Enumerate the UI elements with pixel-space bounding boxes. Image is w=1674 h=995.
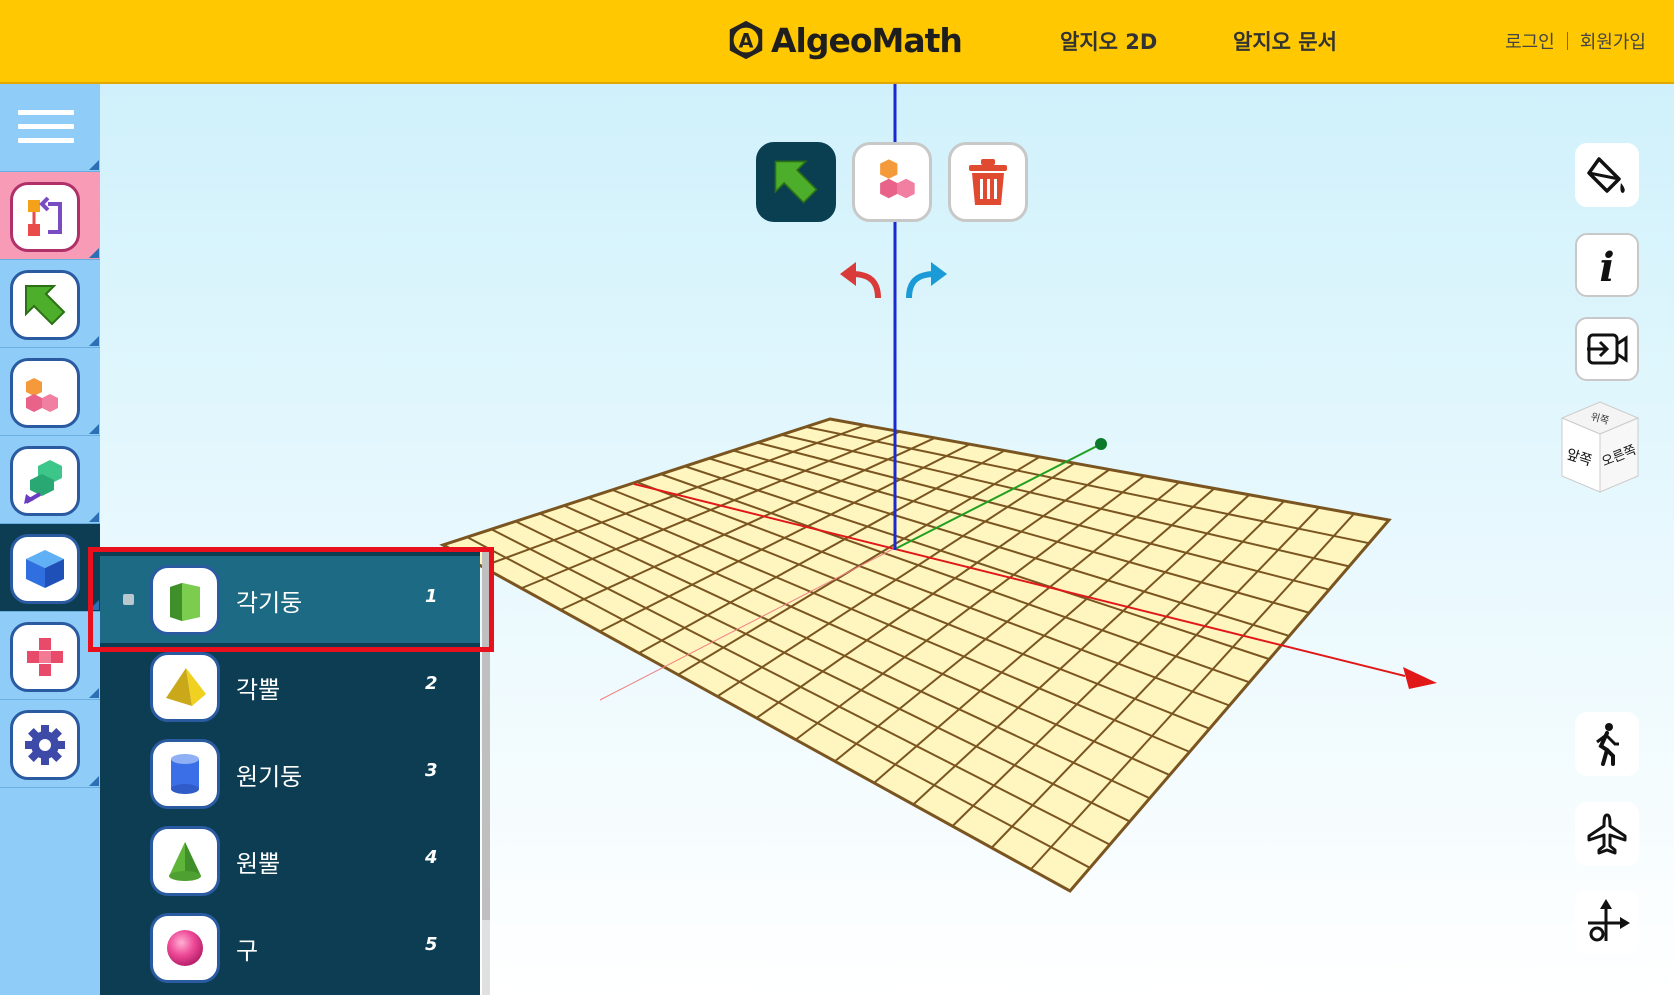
select-arrow-icon [774,160,818,204]
walk-mode-button[interactable] [1575,712,1639,776]
shape-item-pyramid[interactable]: 각뿔 2 [100,643,480,730]
switch-mode-icon [10,182,80,252]
info-button[interactable]: i [1575,233,1639,297]
logo-text: AlgeoMath [771,20,963,60]
selection-highlight-box [88,547,494,652]
block-stack-icon [880,159,915,199]
shape-label: 원뿔 [236,850,281,878]
auth-links: 로그인 회원가입 [1505,28,1646,54]
axis-compass-icon [1588,899,1630,942]
sphere-icon [150,913,220,983]
shape-label: 구 [236,937,259,965]
delete-tool[interactable] [948,142,1028,222]
shape-shortcut: 2 [425,673,438,694]
menu-icon [18,110,74,152]
logo-mark-icon: A [729,20,763,60]
shape-item-cone[interactable]: 원뿔 4 [100,817,480,904]
trash-icon [969,159,1007,205]
nav-algeo-docs[interactable]: 알지오 문서 [1233,26,1337,56]
solid-tool-button[interactable] [0,524,100,612]
switch-mode-button[interactable] [0,172,100,260]
fly-mode-button[interactable] [1575,802,1639,866]
cylinder-icon [150,739,220,809]
paint-bucket-icon [1587,157,1625,193]
cross-net-icon [10,622,80,692]
app-header: A AlgeoMath 알지오 2D 알지오 문서 로그인 회원가입 [0,0,1674,84]
info-icon: i [1599,244,1614,287]
left-toolbar [0,84,100,995]
select-arrow-icon [10,270,80,340]
block-tool-button[interactable] [0,348,100,436]
shape-item-cylinder[interactable]: 원기둥 3 [100,730,480,817]
x-axis-arrow [1403,667,1437,689]
view-cube[interactable]: 위쪽 앞쪽 오른쪽 [1556,398,1644,496]
signup-link[interactable]: 회원가입 [1580,28,1646,54]
shape-label: 원기둥 [236,763,303,791]
paint-bucket-button[interactable] [1575,143,1639,207]
net-tool-button[interactable] [0,436,100,524]
block-tool[interactable] [852,142,932,222]
nav-algeo-2d[interactable]: 알지오 2D [1060,26,1157,56]
export-video-icon [1587,333,1628,365]
y-axis-end-point[interactable] [1095,438,1107,450]
select-tool-button[interactable] [0,260,100,348]
redo-icon[interactable] [905,260,949,300]
net-unfold-icon [10,446,80,516]
airplane-icon [1587,813,1627,855]
auth-divider [1566,32,1568,50]
undo-icon[interactable] [838,260,882,300]
axis-mode-button[interactable] [1575,890,1639,954]
algeomath-logo[interactable]: A AlgeoMath [725,14,963,66]
shape-shortcut: 4 [425,847,438,868]
cube-icon [10,534,80,604]
cone-icon [150,826,220,896]
export-video-button[interactable] [1575,317,1639,381]
walk-icon [1596,723,1619,766]
ground-plane[interactable] [439,417,1392,893]
select-tool[interactable] [756,142,836,222]
shape-shortcut: 5 [425,934,438,955]
settings-button[interactable] [0,700,100,788]
login-link[interactable]: 로그인 [1505,28,1555,54]
shape-shortcut: 3 [425,760,438,781]
pyramid-icon [150,652,220,722]
gear-icon [10,710,80,780]
svg-text:A: A [739,30,754,53]
svg-text:i: i [1599,244,1614,287]
shape-label: 각뿔 [236,676,281,704]
menu-toggle-button[interactable] [0,84,100,172]
block-stack-icon [10,358,80,428]
cross-net-button[interactable] [0,612,100,700]
shape-item-sphere[interactable]: 구 5 [100,904,480,991]
